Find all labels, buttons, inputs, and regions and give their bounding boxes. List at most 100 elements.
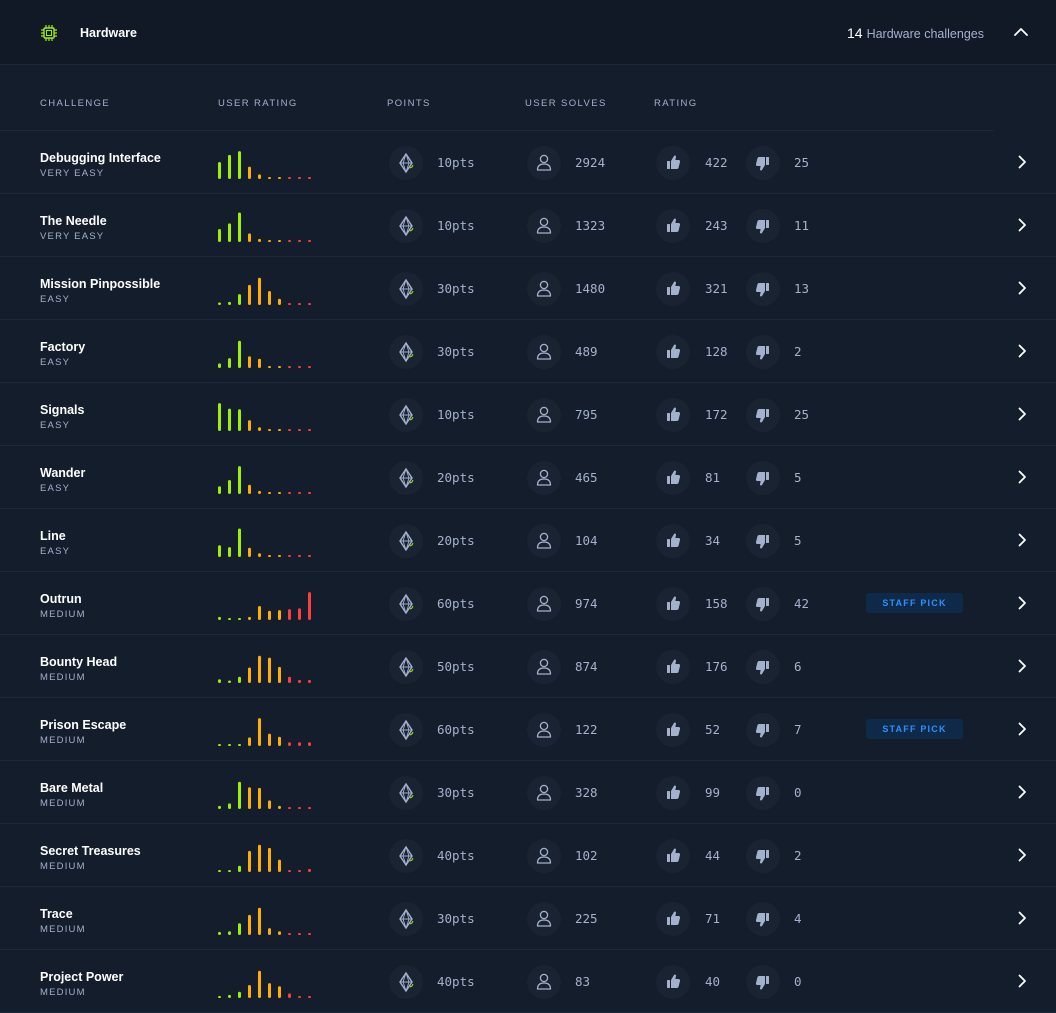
challenge-row[interactable]: Prison Escape MEDIUM 60pts 122 52 7 STAFF PICK bbox=[0, 698, 1056, 761]
chevron-right-icon[interactable] bbox=[1014, 784, 1030, 800]
category-header[interactable]: Hardware 14 Hardware challenges bbox=[0, 0, 1056, 65]
challenge-row[interactable]: Bare Metal MEDIUM 30pts 328 99 0 bbox=[0, 761, 1056, 824]
chevron-right-icon[interactable] bbox=[1014, 658, 1030, 674]
thumbs-down-icon[interactable] bbox=[746, 209, 780, 243]
thumbs-up-icon[interactable] bbox=[656, 524, 690, 558]
challenge-name[interactable]: Signals bbox=[40, 403, 84, 417]
thumbs-down-icon[interactable] bbox=[746, 902, 780, 936]
thumbs-down-icon[interactable] bbox=[746, 965, 780, 999]
user-solves: 83 bbox=[575, 974, 591, 989]
user-rating-chart bbox=[218, 970, 311, 998]
thumbs-up-icon[interactable] bbox=[656, 146, 690, 180]
diamond-icon bbox=[389, 209, 423, 243]
thumbs-down-icon[interactable] bbox=[746, 524, 780, 558]
rating-bar bbox=[268, 240, 271, 242]
chevron-right-icon[interactable] bbox=[1014, 973, 1030, 989]
thumbs-up-icon[interactable] bbox=[656, 776, 690, 810]
thumbs-up-icon[interactable] bbox=[656, 335, 690, 369]
rating-bar bbox=[268, 983, 271, 998]
challenge-points: 30pts bbox=[437, 785, 475, 800]
chevron-right-icon[interactable] bbox=[1014, 217, 1030, 233]
column-header-challenge[interactable]: CHALLENGE bbox=[40, 98, 110, 109]
thumbs-down-icon[interactable] bbox=[746, 272, 780, 306]
thumbs-up-icon[interactable] bbox=[656, 902, 690, 936]
chevron-right-icon[interactable] bbox=[1014, 343, 1030, 359]
chevron-right-icon[interactable] bbox=[1014, 469, 1030, 485]
chevron-right-icon[interactable] bbox=[1014, 721, 1030, 737]
challenge-name[interactable]: Prison Escape bbox=[40, 718, 126, 732]
challenge-name[interactable]: Bare Metal bbox=[40, 781, 103, 795]
thumbs-up-icon[interactable] bbox=[656, 650, 690, 684]
thumbs-up-icon[interactable] bbox=[656, 461, 690, 495]
column-header-user-solves[interactable]: USER SOLVES bbox=[525, 98, 607, 109]
column-header-user-rating[interactable]: USER RATING bbox=[218, 98, 298, 109]
rating-bar bbox=[228, 870, 231, 872]
thumbs-up-icon[interactable] bbox=[656, 272, 690, 306]
thumbs-down-icon[interactable] bbox=[746, 839, 780, 873]
challenge-name[interactable]: Line bbox=[40, 529, 66, 543]
challenge-row[interactable]: Mission Pinpossible EASY 30pts 1480 321 13 bbox=[0, 257, 1056, 320]
dislikes-count: 2 bbox=[794, 848, 802, 863]
dislikes-count: 42 bbox=[794, 596, 810, 611]
challenge-row[interactable]: Project Power MEDIUM 40pts 83 40 0 bbox=[0, 950, 1056, 1013]
challenge-row[interactable]: Factory EASY 30pts 489 128 2 bbox=[0, 320, 1056, 383]
challenge-row[interactable]: Trace MEDIUM 30pts 225 71 4 bbox=[0, 887, 1056, 950]
rating-bar bbox=[288, 492, 291, 494]
rating-bar bbox=[308, 996, 311, 998]
thumbs-down-icon[interactable] bbox=[746, 335, 780, 369]
user-rating-chart bbox=[218, 907, 311, 935]
chevron-right-icon[interactable] bbox=[1014, 154, 1030, 170]
challenge-name[interactable]: Debugging Interface bbox=[40, 151, 161, 165]
rating-bar bbox=[238, 528, 241, 557]
thumbs-down-icon[interactable] bbox=[746, 146, 780, 180]
challenge-name[interactable]: Bounty Head bbox=[40, 655, 117, 669]
thumbs-up-icon[interactable] bbox=[656, 713, 690, 747]
challenge-row[interactable]: Secret Treasures MEDIUM 40pts 102 44 2 bbox=[0, 824, 1056, 887]
thumbs-up-icon[interactable] bbox=[656, 209, 690, 243]
thumbs-up-icon[interactable] bbox=[656, 965, 690, 999]
challenge-row[interactable]: Line EASY 20pts 104 34 5 bbox=[0, 509, 1056, 572]
thumbs-down-icon[interactable] bbox=[746, 461, 780, 495]
thumbs-down-icon[interactable] bbox=[746, 776, 780, 810]
chevron-right-icon[interactable] bbox=[1014, 847, 1030, 863]
rating-bar bbox=[238, 340, 241, 368]
challenge-row[interactable]: Signals EASY 10pts 795 172 25 bbox=[0, 383, 1056, 446]
challenge-name[interactable]: Wander bbox=[40, 466, 85, 480]
rating-bar bbox=[298, 240, 301, 242]
challenge-count-label: Hardware challenges bbox=[866, 27, 984, 41]
challenge-name[interactable]: The Needle bbox=[40, 214, 107, 228]
challenge-difficulty: VERY EASY bbox=[40, 168, 105, 179]
challenge-name[interactable]: Mission Pinpossible bbox=[40, 277, 160, 291]
challenge-row[interactable]: Wander EASY 20pts 465 81 5 bbox=[0, 446, 1056, 509]
rating-bar bbox=[248, 914, 251, 935]
challenge-row[interactable]: The Needle VERY EASY 10pts 1323 243 11 bbox=[0, 194, 1056, 257]
challenge-name[interactable]: Project Power bbox=[40, 970, 123, 984]
diamond-icon bbox=[389, 335, 423, 369]
thumbs-up-icon[interactable] bbox=[656, 587, 690, 621]
user-solves: 1323 bbox=[575, 218, 606, 233]
thumbs-up-icon[interactable] bbox=[656, 398, 690, 432]
challenge-row[interactable]: Debugging Interface VERY EASY 10pts 2924 422… bbox=[0, 131, 1056, 194]
chevron-right-icon[interactable] bbox=[1014, 406, 1030, 422]
challenge-row[interactable]: Outrun MEDIUM 60pts 974 158 42 STAFF PICK bbox=[0, 572, 1056, 635]
challenge-name[interactable]: Factory bbox=[40, 340, 85, 354]
challenge-name[interactable]: Trace bbox=[40, 907, 73, 921]
thumbs-down-icon[interactable] bbox=[746, 713, 780, 747]
column-header-rating[interactable]: RATING bbox=[654, 98, 698, 109]
chevron-right-icon[interactable] bbox=[1014, 910, 1030, 926]
chevron-up-icon[interactable] bbox=[1012, 24, 1030, 40]
challenge-name[interactable]: Secret Treasures bbox=[40, 844, 141, 858]
chevron-right-icon[interactable] bbox=[1014, 595, 1030, 611]
thumbs-down-icon[interactable] bbox=[746, 587, 780, 621]
chevron-right-icon[interactable] bbox=[1014, 532, 1030, 548]
thumbs-down-icon[interactable] bbox=[746, 650, 780, 684]
challenge-name[interactable]: Outrun bbox=[40, 592, 82, 606]
user-rating-chart bbox=[218, 655, 311, 683]
challenge-row[interactable]: Bounty Head MEDIUM 50pts 874 176 6 bbox=[0, 635, 1056, 698]
column-header-points[interactable]: POINTS bbox=[387, 98, 431, 109]
thumbs-down-icon[interactable] bbox=[746, 398, 780, 432]
challenge-points: 60pts bbox=[437, 596, 475, 611]
chevron-right-icon[interactable] bbox=[1014, 280, 1030, 296]
thumbs-up-icon[interactable] bbox=[656, 839, 690, 873]
user-rating-bars bbox=[217, 524, 317, 559]
